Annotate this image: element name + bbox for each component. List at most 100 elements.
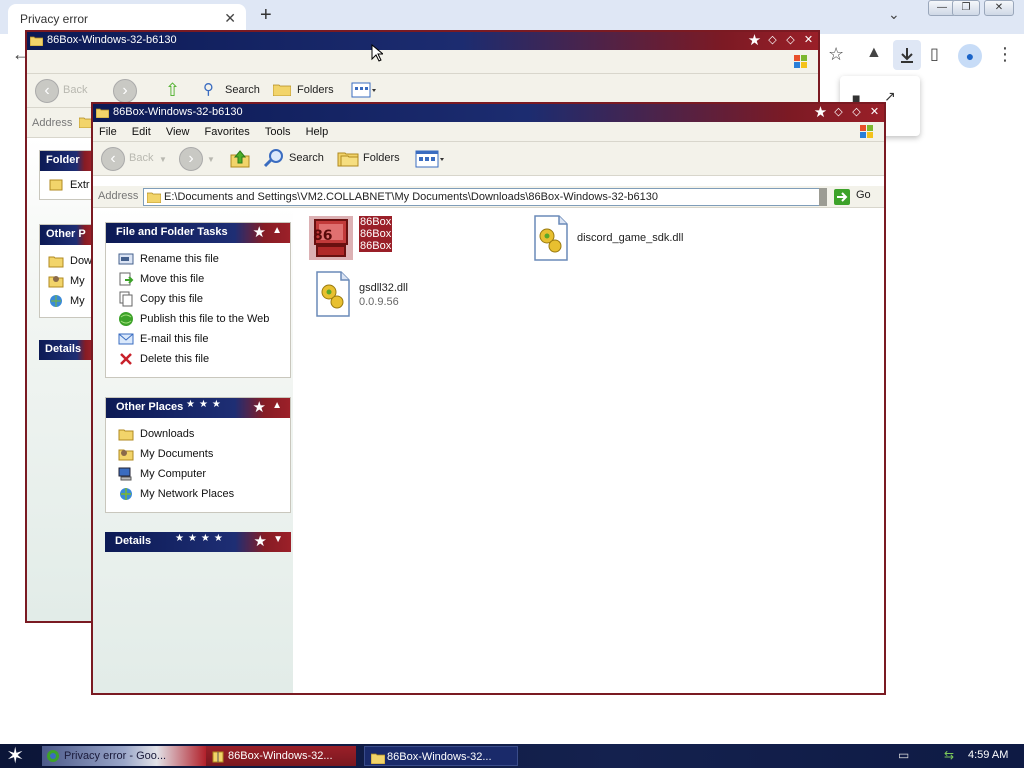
views-icon[interactable] xyxy=(415,150,445,171)
network-icon[interactable]: ⇆ xyxy=(944,748,954,762)
search-button[interactable]: Search xyxy=(289,152,324,164)
forward-arrow-icon[interactable]: › xyxy=(179,147,203,171)
task-move[interactable]: Move this file xyxy=(106,269,290,289)
back-label[interactable]: Back xyxy=(129,152,153,164)
collapse-chevron-icon[interactable]: ▲ xyxy=(272,225,282,236)
task-pane: File and Folder Tasks ★ ▲ Rename this fi… xyxy=(93,208,293,693)
menu-file[interactable]: File xyxy=(93,122,123,138)
place-my-documents[interactable]: My Documents xyxy=(106,444,290,464)
extract-icon xyxy=(48,177,64,193)
panel-title: Other P xyxy=(46,228,86,240)
search-icon[interactable] xyxy=(263,147,285,172)
place-item[interactable]: My xyxy=(40,291,92,311)
publish-web-icon xyxy=(119,312,133,326)
panel-header[interactable]: Folder xyxy=(40,151,92,171)
task-item[interactable]: Extr xyxy=(40,175,92,195)
maximize-button[interactable]: ◇ xyxy=(783,33,798,48)
back-arrow-icon[interactable]: ‹ xyxy=(101,147,125,171)
panel-title: File and Folder Tasks xyxy=(116,226,228,238)
folders-button[interactable]: Folders xyxy=(363,152,400,164)
explorer-window: 86Box-Windows-32-b6130 ★ ◇ ◇ ✕ File Edit… xyxy=(91,102,886,695)
close-icon[interactable]: ✕ xyxy=(224,10,236,27)
place-label: Downloads xyxy=(140,428,195,440)
folder-icon xyxy=(29,35,44,49)
place-item[interactable]: Dow xyxy=(40,251,92,271)
menu-tools[interactable]: Tools xyxy=(259,122,297,138)
place-item[interactable]: My xyxy=(40,271,92,291)
panel-header[interactable]: Details xyxy=(39,340,93,360)
panel-header[interactable]: File and Folder Tasks ★ ▲ xyxy=(106,223,290,243)
address-dropdown-button[interactable] xyxy=(819,188,827,206)
star-icon[interactable]: ☆ xyxy=(828,44,844,65)
restore-button[interactable]: ❐ xyxy=(952,0,980,16)
task-email[interactable]: E-mail this file xyxy=(106,329,290,349)
titlebar[interactable]: 86Box-Windows-32-b6130 ★ ◇ ◇ ✕ xyxy=(27,32,818,50)
close-button[interactable]: ✕ xyxy=(801,33,816,48)
file-item-discord-dll[interactable]: discord_game_sdk.dll xyxy=(531,214,731,264)
task-pane: Folder Extr Other P Dow My My Details xyxy=(27,138,97,621)
folders-button[interactable]: Folders xyxy=(297,84,334,96)
taskbar-button-86box[interactable]: 86Box-Windows-32... xyxy=(206,746,356,766)
file-name-line: 86Box xyxy=(360,240,392,252)
address-path: E:\Documents and Settings\VM2.COLLABNET\… xyxy=(164,191,659,203)
other-places-panel: Other Places ★★★ ★ ▲ Downloads My Docume… xyxy=(105,397,291,513)
search-button[interactable]: Search xyxy=(225,84,260,96)
file-item-86box[interactable]: 86 86Box 86Box 86Box xyxy=(307,214,397,264)
folder-up-icon[interactable]: ⇧ xyxy=(165,80,180,101)
close-button[interactable]: ✕ xyxy=(867,105,882,120)
more-icon[interactable]: ⋮ xyxy=(996,44,1014,65)
place-network[interactable]: My Network Places xyxy=(106,484,290,504)
place-downloads[interactable]: Downloads xyxy=(106,424,290,444)
menu-view[interactable]: View xyxy=(160,122,196,138)
download-icon[interactable] xyxy=(893,40,921,70)
new-tab-button[interactable]: + xyxy=(260,4,272,27)
menu-edit[interactable]: Edit xyxy=(126,122,157,138)
menu-favorites[interactable]: Favorites xyxy=(199,122,256,138)
collapse-chevron-icon[interactable]: ▲ xyxy=(272,400,282,411)
panel-title: Folder xyxy=(46,154,80,166)
panel-header[interactable]: Other Places ★★★ ★ ▲ xyxy=(106,398,290,418)
panel-header[interactable]: Other P xyxy=(40,225,92,245)
expand-chevron-icon[interactable]: ▼ xyxy=(273,534,283,545)
go-button[interactable]: Go xyxy=(856,189,871,201)
folders-icon[interactable] xyxy=(337,149,359,170)
task-rename[interactable]: Rename this file xyxy=(106,249,290,269)
keyboard-icon[interactable]: ▭ xyxy=(898,748,909,762)
back-label[interactable]: Back xyxy=(63,84,87,96)
start-button[interactable]: ✶ xyxy=(6,744,24,768)
close-window-button[interactable]: ✕ xyxy=(984,0,1014,16)
delete-icon xyxy=(120,353,132,365)
search-icon[interactable]: ⚲ xyxy=(203,80,214,98)
file-item-gsdll32[interactable]: gsdll32.dll 0.0.9.56 xyxy=(313,270,453,320)
taskbar-button-label: 86Box-Windows-32... xyxy=(228,750,333,762)
sidebar-icon[interactable]: ▯ xyxy=(930,44,939,64)
place-my-computer[interactable]: My Computer xyxy=(106,464,290,484)
views-icon[interactable] xyxy=(351,82,377,101)
menu-help[interactable]: Help xyxy=(300,122,335,138)
taskbar-button-label: 86Box-Windows-32... xyxy=(387,751,492,763)
minimize-button[interactable]: ◇ xyxy=(831,105,846,120)
labs-icon[interactable]: ▲ xyxy=(866,44,882,62)
folder-up-icon[interactable] xyxy=(229,147,251,172)
back-arrow-icon[interactable]: ‹ xyxy=(35,79,59,103)
star-icon: ★ xyxy=(252,399,266,416)
taskbar-button-86box-active[interactable]: 86Box-Windows-32... xyxy=(364,746,518,766)
chevron-down-icon[interactable]: ▼ xyxy=(207,155,215,164)
address-input[interactable]: E:\Documents and Settings\VM2.COLLABNET\… xyxy=(143,188,827,206)
panel-header[interactable]: Details ★★★★ ★ ▼ xyxy=(105,532,291,552)
task-delete[interactable]: Delete this file xyxy=(106,349,290,369)
forward-arrow-icon[interactable]: › xyxy=(113,79,137,103)
chevron-down-icon[interactable]: ⌄ xyxy=(888,6,900,23)
task-publish[interactable]: Publish this file to the Web xyxy=(106,309,290,329)
minimize-button[interactable]: ◇ xyxy=(765,33,780,48)
titlebar[interactable]: 86Box-Windows-32-b6130 ★ ◇ ◇ ✕ xyxy=(93,104,884,122)
place-item-label: My xyxy=(70,295,85,307)
chevron-down-icon[interactable]: ▼ xyxy=(159,155,167,164)
task-label: Move this file xyxy=(140,273,205,285)
maximize-button[interactable]: ◇ xyxy=(849,105,864,120)
go-arrow-icon[interactable] xyxy=(834,189,850,208)
folders-icon[interactable] xyxy=(272,82,292,99)
profile-icon[interactable]: ● xyxy=(958,44,982,68)
taskbar-button-browser[interactable]: Privacy error - Goo... xyxy=(42,746,206,766)
task-copy[interactable]: Copy this file xyxy=(106,289,290,309)
